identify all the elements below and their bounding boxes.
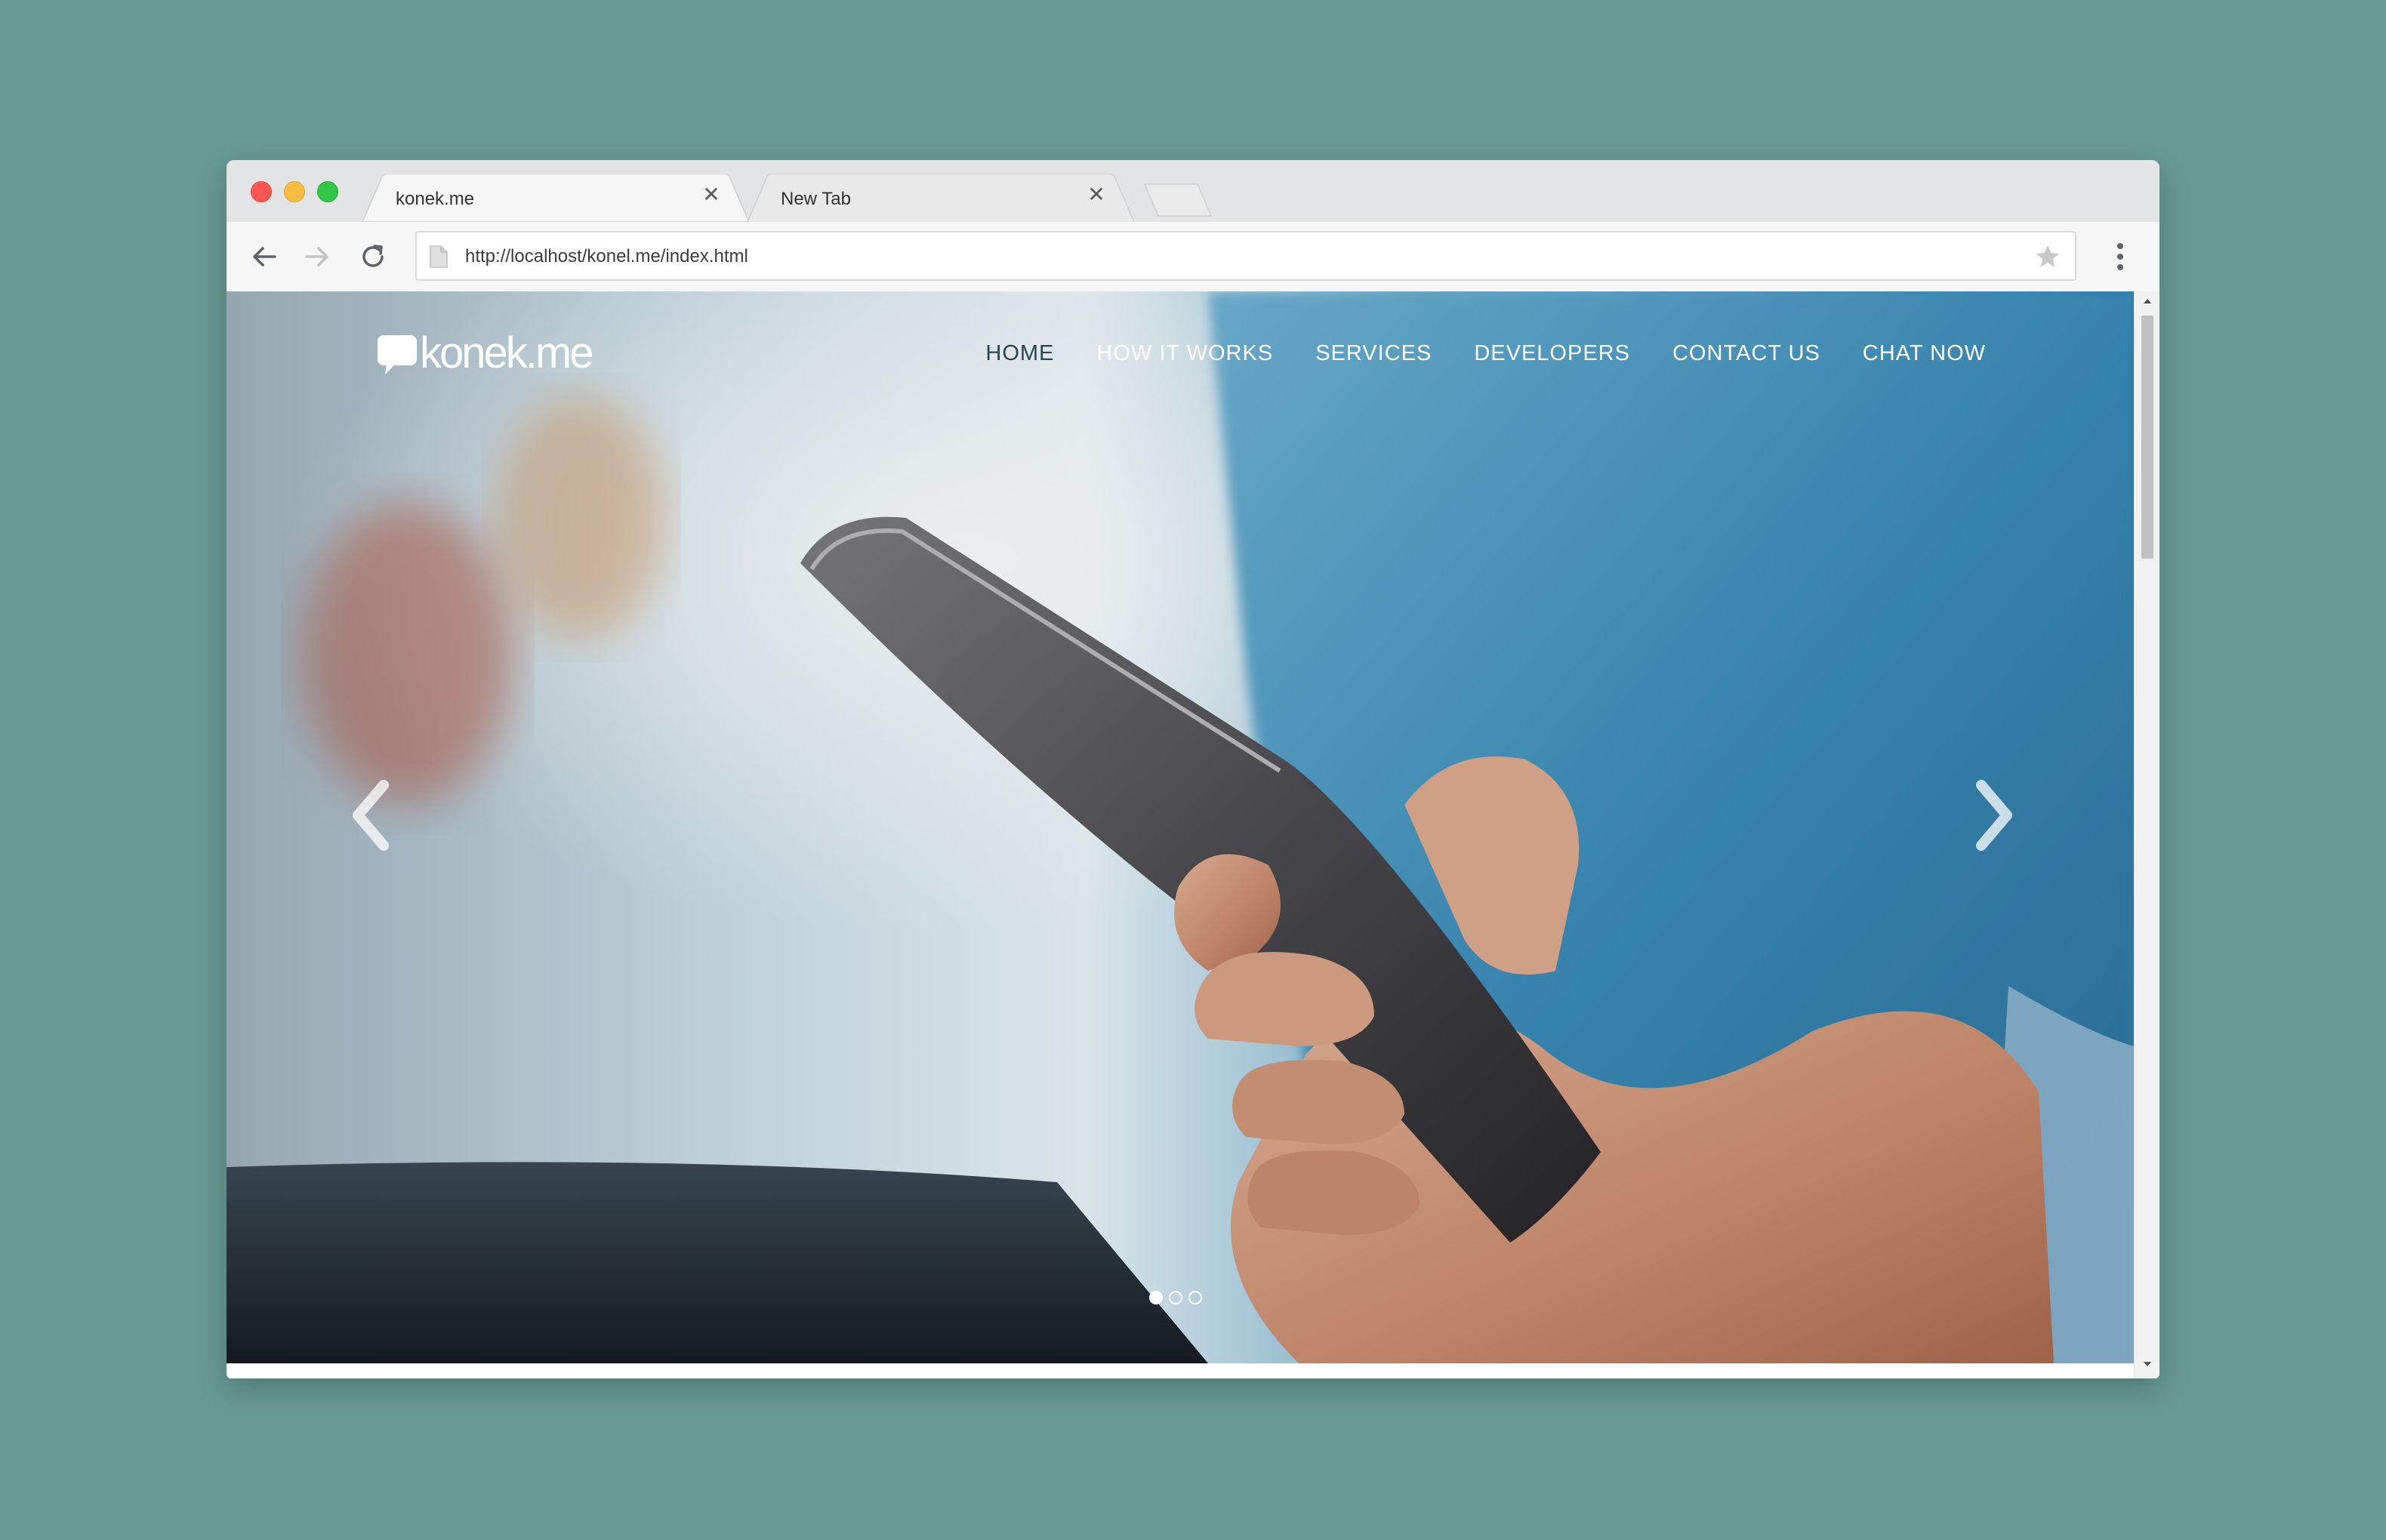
- tab-konek[interactable]: konek.me ✕: [362, 174, 749, 222]
- new-tab-button[interactable]: [1142, 183, 1214, 217]
- tab-title: New Tab: [781, 189, 851, 209]
- page-viewport: konek.me HOME HOW IT WORKS SERVICES DEVE…: [227, 291, 2159, 1378]
- carousel-dot[interactable]: [1169, 1291, 1182, 1304]
- scrollbar-thumb[interactable]: [2141, 316, 2153, 559]
- tab-bar: konek.me ✕ New Tab ✕: [227, 160, 2159, 222]
- tab-close-icon[interactable]: ✕: [701, 184, 722, 205]
- reload-icon[interactable]: [356, 240, 390, 273]
- carousel-dot[interactable]: [1188, 1291, 1202, 1304]
- vertical-scrollbar[interactable]: [2134, 291, 2159, 1378]
- url-text: http://localhost/konel.me/index.html: [465, 246, 748, 266]
- site-nav: HOME HOW IT WORKS SERVICES DEVELOPERS CO…: [985, 341, 1986, 366]
- carousel-dot[interactable]: [1149, 1291, 1163, 1304]
- maximize-window-button[interactable]: [317, 181, 338, 202]
- minimize-window-button[interactable]: [284, 181, 305, 202]
- nav-chat-now[interactable]: CHAT NOW: [1863, 341, 1986, 366]
- toolbar: http://localhost/konel.me/index.html: [227, 222, 2159, 292]
- carousel-prev-icon[interactable]: [349, 779, 394, 852]
- close-window-button[interactable]: [251, 181, 272, 202]
- nav-developers[interactable]: DEVELOPERS: [1474, 341, 1630, 366]
- logo-text: konek.me: [420, 328, 593, 377]
- star-icon[interactable]: [2034, 243, 2061, 270]
- scroll-down-icon[interactable]: [2142, 1360, 2153, 1368]
- nav-contact-us[interactable]: CONTACT US: [1672, 341, 1820, 366]
- tab-close-icon[interactable]: ✕: [1086, 184, 1107, 205]
- page-icon: [430, 245, 448, 268]
- browser-window: konek.me ✕ New Tab ✕ http://localhost/ko…: [227, 160, 2159, 1378]
- nav-home[interactable]: HOME: [985, 341, 1054, 366]
- hero-carousel: konek.me HOME HOW IT WORKS SERVICES DEVE…: [227, 291, 2134, 1363]
- carousel-indicators: [1149, 1291, 1202, 1304]
- address-bar[interactable]: http://localhost/konel.me/index.html: [415, 231, 2076, 281]
- back-arrow-icon[interactable]: [248, 240, 281, 273]
- tab-new-tab[interactable]: New Tab ✕: [748, 174, 1134, 222]
- forward-arrow-icon[interactable]: [301, 240, 334, 273]
- kebab-menu-icon[interactable]: [2113, 239, 2128, 275]
- carousel-next-icon[interactable]: [1971, 779, 2016, 852]
- tab-title: konek.me: [396, 189, 475, 209]
- chat-bubble-icon: [378, 335, 417, 374]
- nav-how-it-works[interactable]: HOW IT WORKS: [1096, 341, 1273, 366]
- scroll-up-icon[interactable]: [2142, 297, 2153, 305]
- hero-image: [227, 291, 2134, 1363]
- nav-services[interactable]: SERVICES: [1315, 341, 1432, 366]
